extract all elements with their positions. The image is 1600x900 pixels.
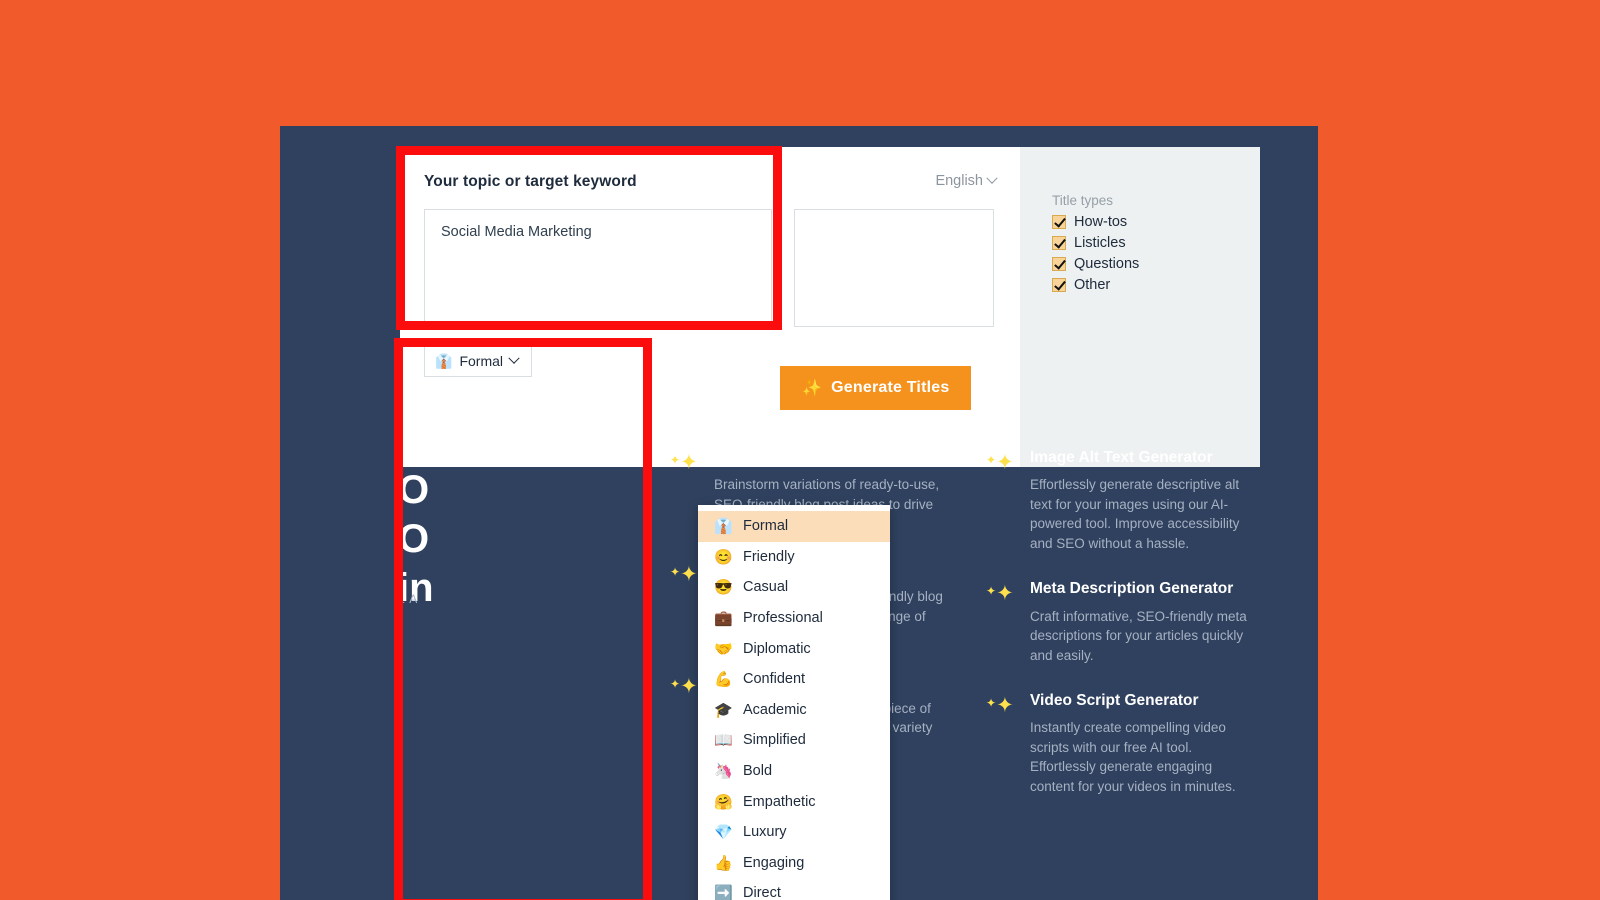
tone-selector-label: Formal (459, 353, 503, 369)
feature-card[interactable]: ✦✦ Video Script Generator Instantly create… (986, 691, 1260, 796)
tone-option-label: Friendly (743, 548, 795, 565)
tone-option-professional[interactable]: 💼 Professional (698, 603, 890, 634)
sparkle-icon: ✦✦ (986, 451, 1014, 474)
hero-line-1: O (398, 468, 430, 512)
sparkle-icon: ✦✦ (670, 674, 698, 698)
tone-option-label: Academic (743, 701, 807, 718)
tone-selector-button[interactable]: 👔 Formal (424, 345, 532, 377)
app-panel: O O in L A Your topic or target keyword … (280, 126, 1318, 900)
hero-line-3: in (398, 565, 434, 610)
hero-line-2: O (398, 516, 430, 561)
title-types-list: How-tos Listicles Questions Other (1052, 214, 1260, 293)
tone-option-confident[interactable]: 💪 Confident (698, 664, 890, 695)
feature-description: Craft informative, SEO-friendly meta des… (1030, 608, 1247, 663)
tone-option-label: Diplomatic (743, 640, 811, 657)
topic-field-label: Your topic or target keyword (424, 173, 637, 190)
title-types-panel: Title types How-tos Listicles Questions Oth… (1020, 147, 1260, 467)
feature-card[interactable]: ✦✦ Image Alt Text Generator Effortlessly g… (986, 448, 1260, 553)
generate-titles-label: Generate Titles (831, 379, 950, 396)
tone-option-emoji-icon: 💼 (714, 610, 733, 628)
tone-option-casual[interactable]: 😎 Casual (698, 572, 890, 603)
language-selector-label: English (935, 173, 983, 189)
sparkles-icon: ✨ (802, 380, 823, 397)
tone-option-simplified[interactable]: 📖 Simplified (698, 725, 890, 756)
sparkle-icon: ✦✦ (986, 582, 1014, 606)
tone-option-emoji-icon: 📖 (714, 732, 733, 750)
tool-card-main: Your topic or target keyword English 👔 F… (400, 147, 1020, 467)
checkbox-checked-icon[interactable] (1052, 278, 1066, 292)
title-type-label: Questions (1074, 256, 1140, 272)
tone-option-label: Empathetic (743, 793, 816, 810)
title-type-checkbox-row[interactable]: Other (1052, 277, 1260, 293)
tone-dropdown-options: 👔 Formal 😊 Friendly 😎 Casual 💼 Professional 🤝 Dip… (698, 511, 890, 900)
tone-option-emoji-icon: 😎 (714, 579, 733, 597)
tone-option-academic[interactable]: 🎓 Academic (698, 695, 890, 726)
tone-option-emoji-icon: 👔 (714, 518, 733, 536)
tone-option-emoji-icon: 🤝 (714, 640, 733, 658)
feature-description: Instantly create compelling video script… (1030, 720, 1236, 795)
input-output-row (424, 209, 996, 327)
feature-card[interactable]: ✦✦ Meta Description Generator Craft inform… (986, 579, 1260, 665)
feature-title: Image Alt Text Generator (1030, 449, 1213, 466)
tone-option-emoji-icon: ➡️ (714, 885, 733, 900)
tone-option-emoji-icon: 💎 (714, 824, 733, 842)
title-type-checkbox-row[interactable]: Listicles (1052, 235, 1260, 251)
tone-option-label: Bold (743, 763, 773, 780)
title-type-label: How-tos (1074, 214, 1128, 230)
tone-option-label: Casual (743, 579, 789, 596)
titles-output-area[interactable] (794, 209, 994, 327)
tone-option-bold[interactable]: 🦄 Bold (698, 756, 890, 787)
sparkle-icon: ✦✦ (670, 562, 698, 586)
feature-column-right: ✦✦ Image Alt Text Generator Effortlessly g… (986, 448, 1260, 823)
tone-option-diplomatic[interactable]: 🤝 Diplomatic (698, 633, 890, 664)
title-type-label: Listicles (1074, 235, 1126, 251)
tone-option-luxury[interactable]: 💎 Luxury (698, 817, 890, 848)
feature-title: Blog Post Ideas Generator (714, 449, 909, 466)
tone-option-label: Engaging (743, 854, 805, 871)
feature-title: Meta Description Generator (1030, 580, 1234, 598)
title-type-label: Other (1074, 277, 1111, 293)
title-type-checkbox-row[interactable]: Questions (1052, 256, 1260, 272)
tone-option-emoji-icon: 🤗 (714, 793, 733, 811)
tone-option-label: Confident (743, 671, 806, 688)
hero-heading: O O in (398, 466, 698, 612)
tone-option-label: Simplified (743, 732, 806, 749)
tone-option-emoji-icon: 💪 (714, 671, 733, 689)
language-selector[interactable]: English (935, 172, 998, 189)
tone-option-direct[interactable]: ➡️ Direct (698, 878, 890, 900)
hero-subtext: L A (398, 592, 419, 606)
tool-card: Your topic or target keyword English 👔 F… (400, 147, 1260, 467)
tone-option-label: Professional (743, 610, 823, 627)
generate-titles-button[interactable]: ✨ Generate Titles (780, 366, 972, 410)
sparkle-icon: ✦✦ (986, 694, 1014, 718)
tone-option-label: Direct (743, 885, 781, 900)
chevron-down-icon (986, 172, 998, 184)
tone-option-emoji-icon: 🎓 (714, 701, 733, 719)
tone-option-emoji-icon: 👍 (714, 854, 733, 872)
tone-option-emoji-icon: 🦄 (714, 763, 733, 781)
topic-input[interactable] (424, 209, 772, 327)
tone-selected-emoji-icon: 👔 (435, 352, 453, 369)
tone-dropdown-menu[interactable]: 👔 Formal 😊 Friendly 😎 Casual 💼 Professional 🤝 Dip… (698, 505, 890, 900)
sparkle-icon: ✦✦ (670, 451, 698, 474)
tone-option-empathetic[interactable]: 🤗 Empathetic (698, 786, 890, 817)
tone-option-label: Formal (743, 518, 789, 535)
checkbox-checked-icon[interactable] (1052, 257, 1066, 271)
chevron-down-icon (508, 352, 520, 364)
title-type-checkbox-row[interactable]: How-tos (1052, 214, 1260, 230)
tone-option-label: Luxury (743, 824, 787, 841)
checkbox-checked-icon[interactable] (1052, 236, 1066, 250)
feature-description: Effortlessly generate descriptive alt te… (1030, 477, 1240, 551)
checkbox-checked-icon[interactable] (1052, 215, 1066, 229)
title-types-heading: Title types (1052, 193, 1114, 208)
tone-option-formal[interactable]: 👔 Formal (698, 511, 890, 542)
tone-option-emoji-icon: 😊 (714, 548, 733, 566)
tone-option-engaging[interactable]: 👍 Engaging (698, 848, 890, 879)
feature-title: Video Script Generator (1030, 692, 1199, 710)
tone-option-friendly[interactable]: 😊 Friendly (698, 542, 890, 573)
